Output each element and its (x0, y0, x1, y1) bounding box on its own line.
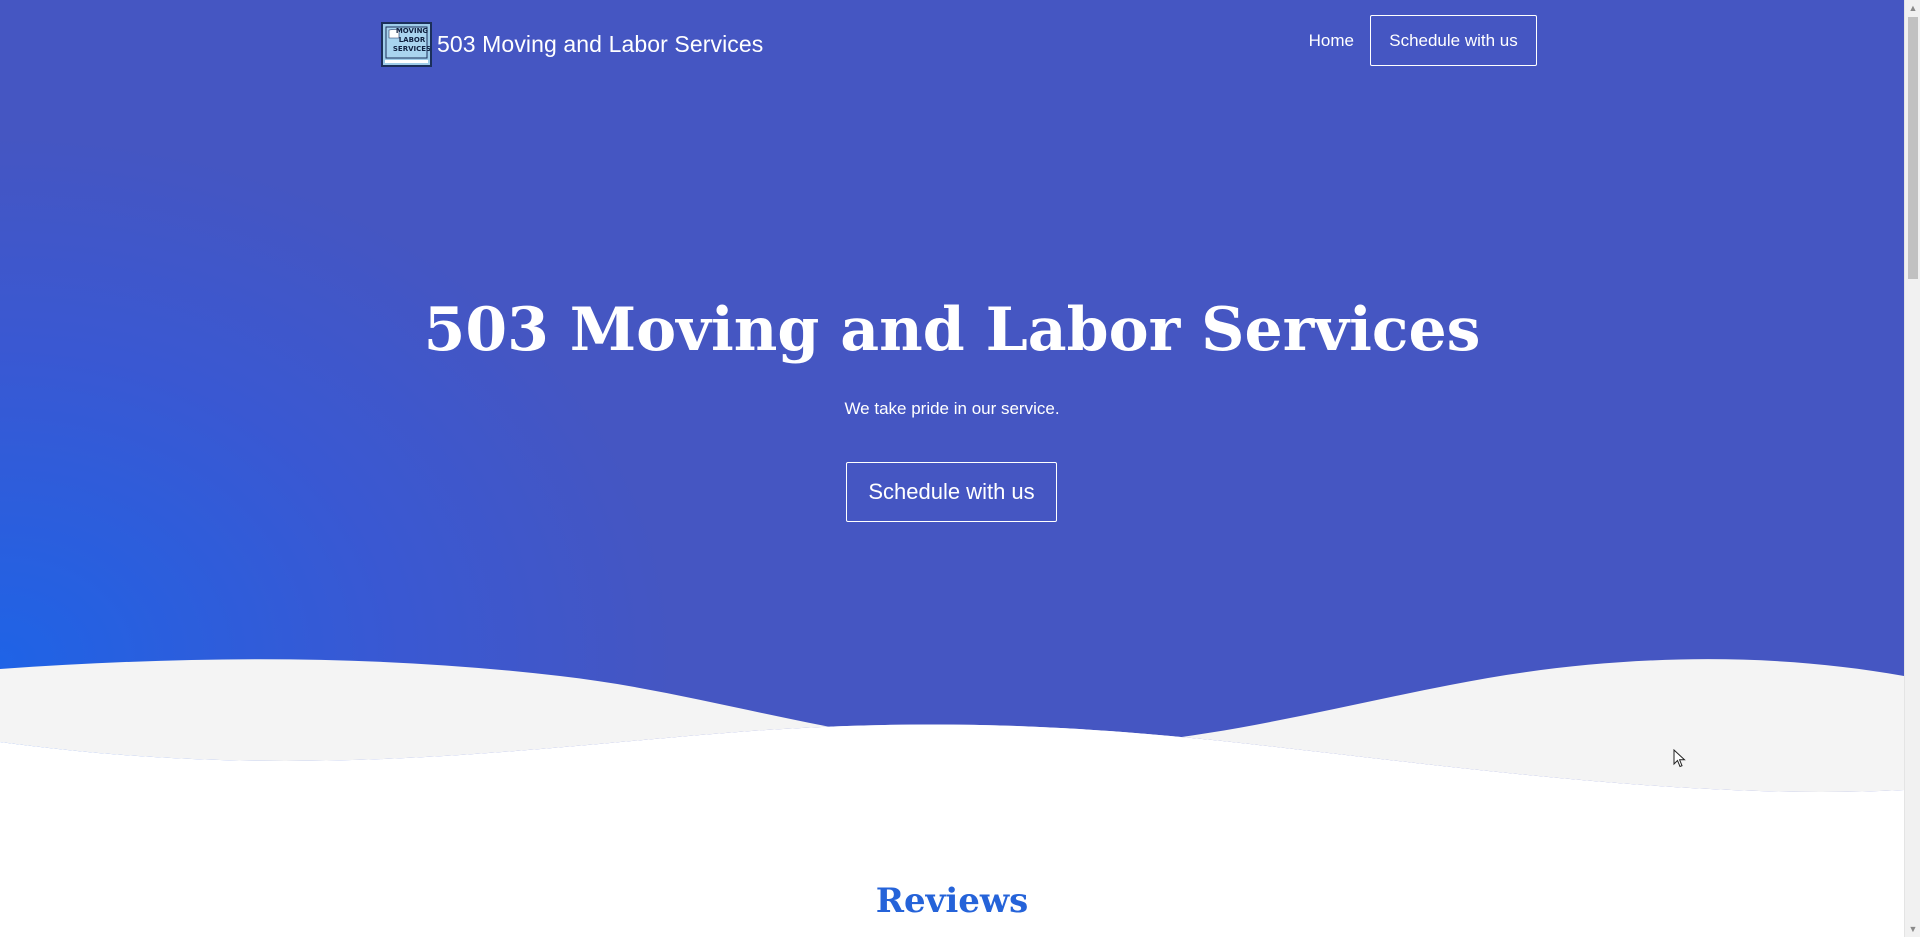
hero-title: 503 Moving and Labor Services (423, 295, 1481, 365)
nav-schedule-button[interactable]: Schedule with us (1370, 15, 1537, 66)
page-scrollbar[interactable]: ▲ ▼ (1904, 0, 1920, 937)
site-header: MOVING LABOR SERVICES 503 Moving and Lab… (0, 0, 1904, 90)
logo-text-line-2: LABOR (398, 36, 426, 44)
nav-home-link[interactable]: Home (1309, 31, 1354, 51)
page: MOVING LABOR SERVICES 503 Moving and Lab… (0, 0, 1904, 937)
main-nav: Home Schedule with us (1309, 15, 1537, 66)
hero-schedule-button[interactable]: Schedule with us (846, 462, 1057, 522)
hero-tagline: We take pride in our service. (844, 399, 1060, 418)
logo-text-line-1: MOVING (395, 27, 429, 35)
brand-name: 503 Moving and Labor Services (437, 31, 764, 57)
scrollbar-thumb[interactable] (1908, 17, 1918, 279)
brand-link[interactable]: MOVING LABOR SERVICES 503 Moving and Lab… (381, 22, 763, 67)
chevron-up-icon[interactable]: ▲ (1905, 0, 1920, 16)
reviews-section-title: Reviews (875, 881, 1029, 921)
brand-logo: MOVING LABOR SERVICES (381, 22, 432, 67)
logo-text-line-3: SERVICES (392, 45, 432, 53)
mouse-pointer-icon (1673, 749, 1686, 768)
chevron-down-icon[interactable]: ▼ (1905, 921, 1920, 937)
